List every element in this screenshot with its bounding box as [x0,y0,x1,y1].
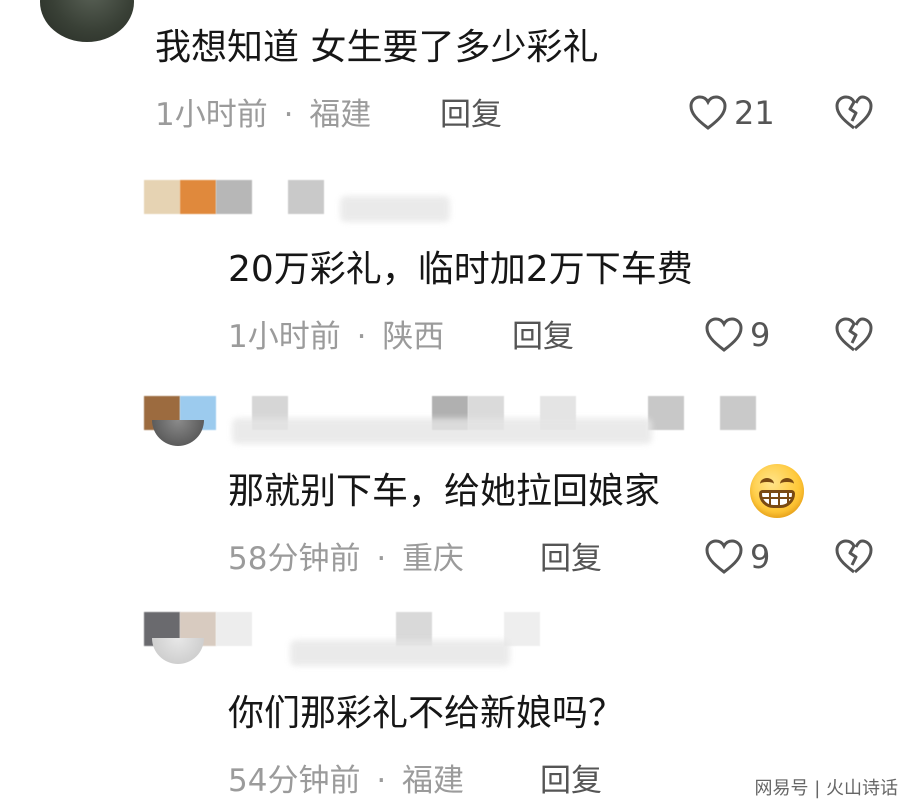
heart-outline-icon [688,94,728,132]
comment-text-content: 那就别下车，给她拉回娘家 [228,471,661,512]
dislike-button[interactable] [834,538,874,576]
comment-location: 重庆 [402,541,465,577]
meta-separator: · [356,319,367,355]
like-count: 9 [750,316,771,354]
grinning-face-emoji [750,464,804,518]
like-button[interactable]: 9 [704,538,770,576]
dislike-button[interactable] [834,316,874,354]
reply-button[interactable]: 回复 [512,318,574,356]
comment-time: 1小时前 [155,97,268,133]
heart-outline-icon [704,538,744,576]
comment-meta: 54分钟前 · 福建 [228,762,464,800]
comment-meta: 1小时前 · 陕西 [228,318,444,356]
broken-heart-icon [834,316,874,354]
meta-separator: · [283,97,294,133]
heart-outline-icon [704,316,744,354]
like-count: 21 [734,94,775,132]
dislike-button[interactable] [834,94,874,132]
broken-heart-icon [834,538,874,576]
comment-text: 你们那彩礼不给新娘吗？ [228,693,625,734]
reply-button[interactable]: 回复 [440,96,502,134]
meta-separator: · [376,763,387,799]
comment-text: 那就别下车，给她拉回娘家 [228,470,660,514]
avatar[interactable] [40,0,134,42]
comment-text: 我想知道 女生要了多少彩礼 [155,27,599,68]
comment-time: 54分钟前 [228,763,361,799]
comment-location: 福建 [309,97,372,133]
watermark: 网易号 | 火山诗话 [748,772,904,802]
comment-meta: 1小时前 · 福建 [155,96,371,134]
reply-button[interactable]: 回复 [540,540,602,578]
like-button[interactable]: 21 [688,94,775,132]
comment-location: 福建 [402,763,465,799]
like-count: 9 [750,538,771,576]
broken-heart-icon [834,94,874,132]
comment-text: 20万彩礼，临时加2万下车费 [228,249,693,290]
meta-separator: · [376,541,387,577]
comment-location: 陕西 [382,319,445,355]
like-button[interactable]: 9 [704,316,770,354]
comment-meta: 58分钟前 · 重庆 [228,540,464,578]
comment-time: 1小时前 [228,319,341,355]
reply-button[interactable]: 回复 [540,762,602,800]
comment-time: 58分钟前 [228,541,361,577]
